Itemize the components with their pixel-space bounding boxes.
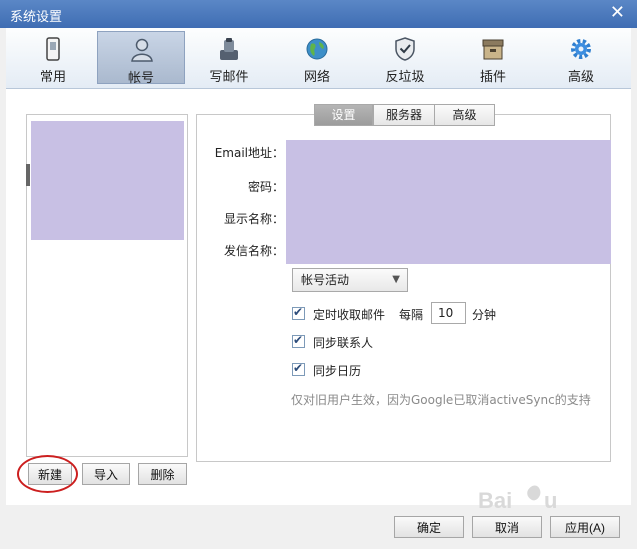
user-icon <box>131 38 153 62</box>
cancel-button[interactable]: 取消 <box>472 516 542 538</box>
toolbar-item-label: 写邮件 <box>209 70 249 85</box>
interval-input[interactable]: 10 <box>431 302 466 324</box>
ok-button[interactable]: 确定 <box>394 516 464 538</box>
sync-calendar-checkbox[interactable]: ✔ <box>292 361 305 376</box>
toolbar-item-antispam[interactable]: 反垃圾 <box>361 31 449 85</box>
import-account-button[interactable]: 导入 <box>82 463 130 485</box>
settings-window: 系统设置 ✕ 常用 帐号 写邮件 网络 反垃圾 插件 高级 新建 导入 删除 设… <box>0 0 637 549</box>
checkmark-icon: ✔ <box>293 305 304 319</box>
toolbar-item-label: 常用 <box>39 70 66 85</box>
gear-icon <box>571 39 591 59</box>
password-label: 密码： <box>247 180 284 194</box>
sync-contacts-label: 同步联系人 <box>313 336 374 350</box>
shield-icon <box>395 37 415 61</box>
toolbar-item-label: 反垃圾 <box>385 70 425 85</box>
toolbar-item-label: 网络 <box>303 70 330 85</box>
toolbar-item-compose[interactable]: 写邮件 <box>185 31 273 85</box>
auto-receive-checkbox[interactable]: ✔ <box>292 305 305 320</box>
sync-contacts-checkbox[interactable]: ✔ <box>292 333 305 348</box>
email-label: Email地址： <box>214 146 284 160</box>
window-title: 系统设置 <box>10 10 63 25</box>
sync-calendar-label: 同步日历 <box>313 364 362 378</box>
checkmark-icon: ✔ <box>293 333 304 347</box>
toolbar-item-label: 帐号 <box>127 71 154 86</box>
scroll-marker <box>26 164 30 186</box>
toolbar-item-advanced[interactable]: 高级 <box>537 31 625 85</box>
tab-advanced[interactable]: 高级 <box>434 104 495 126</box>
close-icon[interactable]: ✕ <box>610 4 625 22</box>
apply-button[interactable]: 应用(A) <box>550 516 620 538</box>
interval-every-label: 每隔 <box>399 308 424 322</box>
box-icon <box>482 39 504 60</box>
highlight-circle <box>17 455 78 493</box>
sender-name-label: 发信名称： <box>223 244 284 258</box>
chevron-down-icon: ▼ <box>392 274 400 285</box>
account-activity-value: 帐号活动 <box>301 273 350 287</box>
settings-toolbar: 常用 帐号 写邮件 网络 反垃圾 插件 高级 <box>6 28 631 89</box>
toolbar-item-plugins[interactable]: 插件 <box>449 31 537 85</box>
title-bar: 系统设置 ✕ <box>0 0 637 28</box>
selected-account-redacted[interactable] <box>31 121 184 240</box>
delete-account-button[interactable]: 删除 <box>138 463 187 485</box>
toolbar-item-account[interactable]: 帐号 <box>97 31 185 86</box>
display-name-label: 显示名称： <box>223 212 284 226</box>
checkmark-icon: ✔ <box>293 361 304 375</box>
account-fields-redacted[interactable] <box>286 140 611 264</box>
account-activity-dropdown[interactable]: 帐号活动 ▼ <box>292 268 408 292</box>
tab-server[interactable]: 服务器 <box>373 104 435 126</box>
toolbar-item-network[interactable]: 网络 <box>273 31 361 85</box>
toolbar-item-label: 高级 <box>567 70 594 85</box>
account-list[interactable] <box>26 114 188 457</box>
interval-unit-label: 分钟 <box>472 308 497 322</box>
phone-icon <box>46 37 60 61</box>
toolbar-item-label: 插件 <box>479 70 506 85</box>
globe-icon <box>306 38 328 60</box>
tab-settings[interactable]: 设置 <box>314 104 373 126</box>
auto-receive-label: 定时收取邮件 <box>313 308 386 322</box>
sync-note: 仅对旧用户生效，因为Google已取消activeSync的支持 <box>291 393 591 407</box>
compose-icon <box>220 38 238 60</box>
toolbar-item-general[interactable]: 常用 <box>9 31 97 85</box>
